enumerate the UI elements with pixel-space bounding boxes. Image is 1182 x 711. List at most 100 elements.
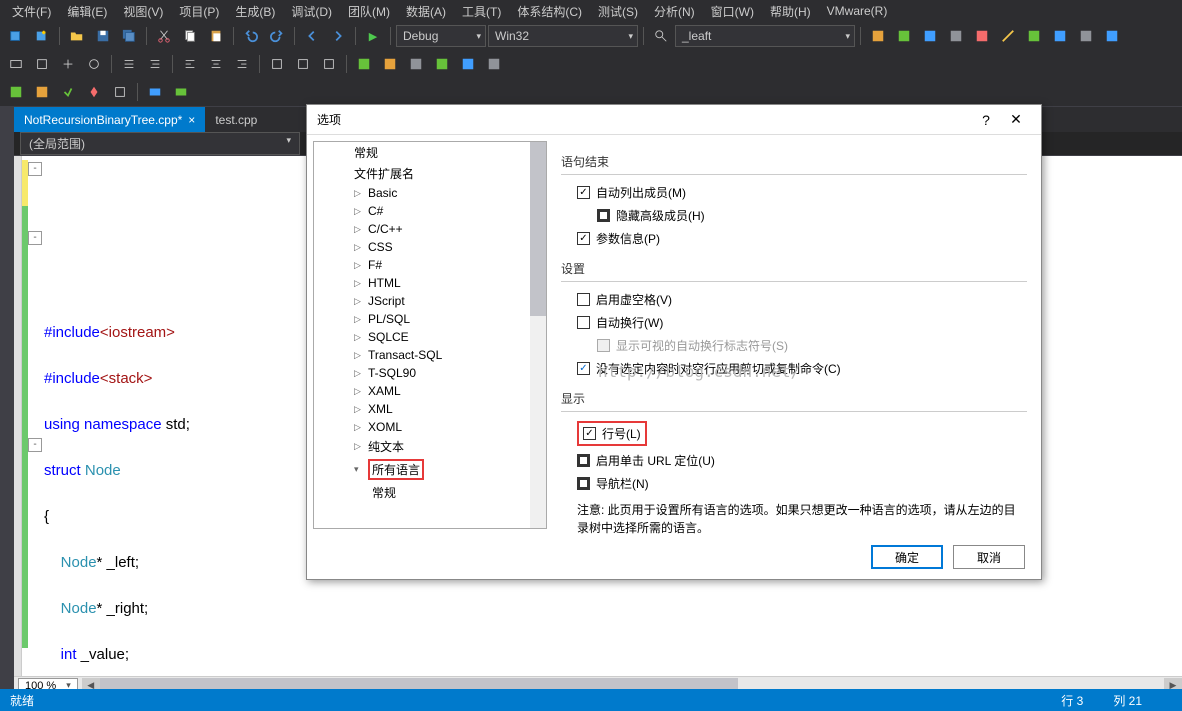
tree-item-selected[interactable]: ▾所有语言 [314, 457, 546, 482]
menu-analyze[interactable]: 分析(N) [646, 1, 703, 22]
tb3-icon-5[interactable] [108, 81, 132, 103]
tb2-icon-15[interactable] [404, 53, 428, 75]
tree-item[interactable]: ▷C/C++ [314, 220, 546, 238]
open-icon[interactable] [65, 25, 89, 47]
tab-active[interactable]: NotRecursionBinaryTree.cpp* × [14, 107, 205, 132]
tb-icon-f[interactable] [996, 25, 1020, 47]
menu-tools[interactable]: 工具(T) [454, 1, 509, 22]
tree-item[interactable]: ▷纯文本 [314, 436, 546, 457]
tree-item[interactable]: ▷SQLCE [314, 328, 546, 346]
tb-icon-d[interactable] [944, 25, 968, 47]
tb2-icon-16[interactable] [430, 53, 454, 75]
tb3-icon-1[interactable] [4, 81, 28, 103]
help-icon[interactable]: ? [971, 112, 1001, 128]
cancel-button[interactable]: 取消 [953, 545, 1025, 569]
menu-build[interactable]: 生成(B) [227, 1, 283, 22]
tb2-icon-17[interactable] [456, 53, 480, 75]
chk-auto-list-members[interactable]: 自动列出成员(M) [561, 181, 1027, 204]
tb2-icon-8[interactable] [204, 53, 228, 75]
menu-help[interactable]: 帮助(H) [762, 1, 819, 22]
close-icon[interactable]: × [188, 113, 195, 127]
tree-item[interactable]: ▷Transact-SQL [314, 346, 546, 364]
tree-item[interactable]: 文件扩展名 [314, 163, 546, 184]
menu-vmware[interactable]: VMware(R) [819, 2, 896, 20]
close-icon[interactable]: ✕ [1001, 111, 1031, 128]
new-project-icon[interactable] [4, 25, 28, 47]
tb2-icon-13[interactable] [352, 53, 376, 75]
outline-toggle[interactable]: - [28, 231, 42, 245]
save-all-icon[interactable] [117, 25, 141, 47]
tb3-icon-4[interactable] [82, 81, 106, 103]
tree-item[interactable]: ▷CSS [314, 238, 546, 256]
tree-item[interactable]: ▷C# [314, 202, 546, 220]
chk-hide-advanced[interactable]: 隐藏高级成员(H) [561, 204, 1027, 227]
chk-navigation-bar[interactable]: 导航栏(N) [561, 472, 1027, 495]
add-item-icon[interactable] [30, 25, 54, 47]
tb2-icon-4[interactable] [82, 53, 106, 75]
tb2-icon-1[interactable] [4, 53, 28, 75]
tb-icon-g[interactable] [1022, 25, 1046, 47]
tb3-icon-2[interactable] [30, 81, 54, 103]
tb-icon-e[interactable] [970, 25, 994, 47]
paste-icon[interactable] [204, 25, 228, 47]
chk-cut-copy-blank[interactable]: 没有选定内容时对空行应用剪切或复制命令(C) [561, 357, 1027, 380]
tb2-icon-18[interactable] [482, 53, 506, 75]
cut-icon[interactable] [152, 25, 176, 47]
nav-fwd-icon[interactable] [326, 25, 350, 47]
copy-icon[interactable] [178, 25, 202, 47]
start-icon[interactable]: ▶ [361, 25, 385, 47]
menu-data[interactable]: 数据(A) [398, 1, 454, 22]
tb2-icon-6[interactable] [143, 53, 167, 75]
tb-icon-c[interactable] [918, 25, 942, 47]
tb2-icon-2[interactable] [30, 53, 54, 75]
menu-project[interactable]: 项目(P) [171, 1, 227, 22]
tb3-icon-6[interactable] [143, 81, 167, 103]
redo-icon[interactable] [265, 25, 289, 47]
tb-icon-j[interactable] [1100, 25, 1124, 47]
tree-item[interactable]: ▷XML [314, 400, 546, 418]
outline-toggle[interactable]: - [28, 438, 42, 452]
chk-line-numbers[interactable]: 行号(L) [561, 418, 1027, 449]
tree-item[interactable]: ▷T-SQL90 [314, 364, 546, 382]
tree-item[interactable]: ▷PL/SQL [314, 310, 546, 328]
tree-item[interactable]: ▷JScript [314, 292, 546, 310]
tb-icon-b[interactable] [892, 25, 916, 47]
menu-debug[interactable]: 调试(D) [283, 1, 340, 22]
tb3-icon-7[interactable] [169, 81, 193, 103]
tb2-icon-11[interactable] [291, 53, 315, 75]
tb2-icon-7[interactable] [178, 53, 202, 75]
tree-item[interactable]: ▷XOML [314, 418, 546, 436]
menu-file[interactable]: 文件(F) [4, 1, 59, 22]
tree-item[interactable]: 常规 [314, 142, 546, 163]
chk-word-wrap[interactable]: 自动换行(W) [561, 311, 1027, 334]
chk-virtual-space[interactable]: 启用虚空格(V) [561, 288, 1027, 311]
tb3-icon-3[interactable] [56, 81, 80, 103]
tb2-icon-12[interactable] [317, 53, 341, 75]
chk-url-navigation[interactable]: 启用单击 URL 定位(U) [561, 449, 1027, 472]
tree-item[interactable]: ▷XAML [314, 382, 546, 400]
tb2-icon-5[interactable] [117, 53, 141, 75]
tb-icon-i[interactable] [1074, 25, 1098, 47]
tree-scrollbar[interactable] [530, 142, 546, 528]
options-tree[interactable]: 常规 文件扩展名 ▷Basic ▷C# ▷C/C++ ▷CSS ▷F# ▷HTM… [313, 141, 547, 529]
menu-window[interactable]: 窗口(W) [703, 1, 762, 22]
chk-param-info[interactable]: 参数信息(P) [561, 227, 1027, 250]
tab-inactive[interactable]: test.cpp [205, 107, 267, 132]
tree-item[interactable]: ▷HTML [314, 274, 546, 292]
tb2-icon-14[interactable] [378, 53, 402, 75]
tb-icon-a[interactable] [866, 25, 890, 47]
tb2-icon-10[interactable] [265, 53, 289, 75]
tree-item[interactable]: ▷Basic [314, 184, 546, 202]
search-combo[interactable]: _leaft▾ [675, 25, 855, 47]
tb-icon-h[interactable] [1048, 25, 1072, 47]
menu-test[interactable]: 测试(S) [590, 1, 646, 22]
ok-button[interactable]: 确定 [871, 545, 943, 569]
scope-combo[interactable]: (全局范围)▾ [20, 132, 300, 155]
tb2-icon-3[interactable] [56, 53, 80, 75]
outline-toggle[interactable]: - [28, 162, 42, 176]
tree-item[interactable]: ▷F# [314, 256, 546, 274]
config-combo[interactable]: Debug▾ [396, 25, 486, 47]
tree-item[interactable]: 常规 [314, 482, 546, 503]
menu-team[interactable]: 团队(M) [340, 1, 398, 22]
save-icon[interactable] [91, 25, 115, 47]
